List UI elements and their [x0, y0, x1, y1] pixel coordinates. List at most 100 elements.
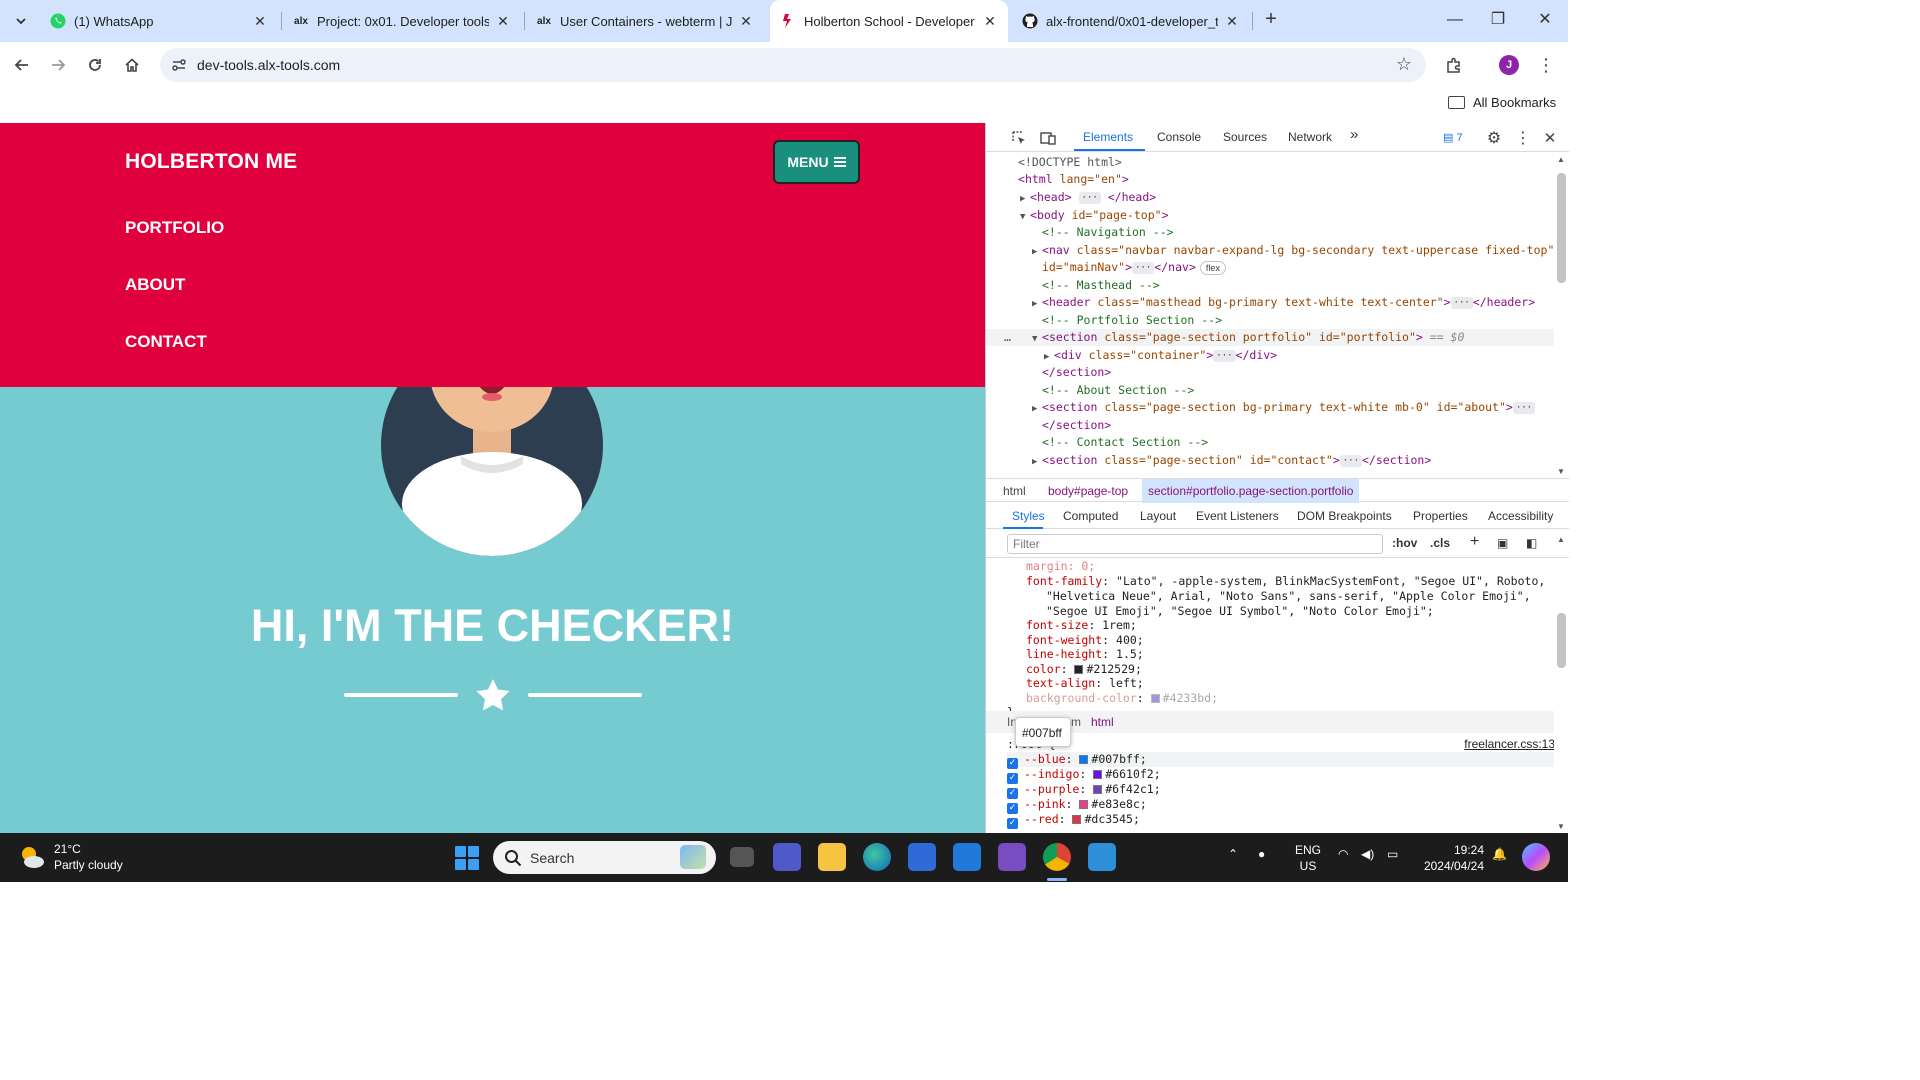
dom-comment[interactable]: <!-- Portfolio Section --> — [1042, 312, 1554, 329]
tab-close-icon[interactable]: ✕ — [738, 13, 754, 30]
menu-toggle-button[interactable]: MENU — [773, 140, 860, 184]
close-devtools-icon[interactable]: ✕ — [1541, 129, 1559, 147]
wifi-icon[interactable]: ◠ — [1338, 847, 1348, 861]
restore-button[interactable]: ❐ — [1483, 8, 1513, 32]
collapsed-ellipsis[interactable]: ··· — [1339, 454, 1363, 467]
language-indicator[interactable]: ENG US — [1295, 842, 1321, 874]
declaration-font-weight[interactable]: font-weight: 400; — [1026, 633, 1554, 648]
tab-dom-breakpoints[interactable]: DOM Breakpoints — [1297, 509, 1392, 523]
declaration-font-family[interactable]: font-family: "Lato", -apple-system, Blin… — [1026, 574, 1554, 589]
declaration-line-height[interactable]: line-height: 1.5; — [1026, 647, 1554, 662]
breadcrumb-section-portfolio[interactable]: section#portfolio.page-section.portfolio — [1142, 479, 1360, 503]
dom-node-section-about[interactable]: ▶ <section class="page-section bg-primary… — [1032, 399, 1554, 416]
devtools-menu-icon[interactable]: ⋮ — [1514, 129, 1532, 147]
dom-comment[interactable]: <!-- About Section --> — [1042, 382, 1554, 399]
nav-link-about[interactable]: ABOUT — [125, 275, 185, 295]
declaration-text-align[interactable]: text-align: left; — [1026, 676, 1554, 691]
dom-node-section-contact[interactable]: ▶ <section class="page-section" id="conta… — [1032, 452, 1554, 469]
dom-node-html[interactable]: <html lang="en"> — [1018, 171, 1554, 188]
nav-link-portfolio[interactable]: PORTFOLIO — [125, 218, 224, 238]
expand-triangle-icon[interactable]: ▶ — [1032, 454, 1042, 471]
new-tab-button[interactable]: + — [1260, 8, 1282, 32]
tab-whatsapp[interactable]: (1) WhatsApp ✕ — [40, 6, 278, 36]
expand-triangle-icon[interactable]: ▶ — [1032, 296, 1042, 313]
dom-node-body[interactable]: ▼ <body id="page-top"> — [1020, 207, 1554, 224]
checkbox-checked-icon[interactable]: ✓ — [1007, 818, 1018, 829]
collapsed-ellipsis[interactable]: ··· — [1213, 349, 1236, 362]
devtools-tab-network[interactable]: Network — [1288, 130, 1332, 144]
teams-icon[interactable] — [773, 843, 801, 871]
tab-github[interactable]: alx-frontend/0x01-developer_t ✕ — [1012, 6, 1250, 36]
scrollbar-thumb[interactable] — [1557, 173, 1566, 283]
edge-browser-icon[interactable] — [863, 843, 891, 871]
dom-node-div-container[interactable]: ▶ <div class="container"> ··· </div> — [1044, 347, 1554, 364]
file-explorer-icon[interactable] — [818, 843, 846, 871]
dom-close-section[interactable]: </section> — [1042, 417, 1554, 434]
settings-gear-icon[interactable]: ⚙ — [1485, 129, 1503, 147]
paint-brush-icon[interactable]: ▣ — [1497, 536, 1508, 550]
dom-node-nav[interactable]: ▶ <nav class="navbar navbar-expand-lg bg-… — [1032, 242, 1554, 259]
tab-event-listeners[interactable]: Event Listeners — [1196, 509, 1279, 523]
tray-app-icon[interactable]: ● — [1258, 847, 1265, 861]
address-bar[interactable]: dev-tools.alx-tools.com ☆ — [160, 48, 1426, 82]
styles-filter-input[interactable]: Filter — [1007, 534, 1383, 554]
tab-close-icon[interactable]: ✕ — [252, 13, 268, 30]
dom-node-header[interactable]: ▶ <header class="masthead bg-primary text… — [1032, 294, 1554, 311]
tab-layout[interactable]: Layout — [1140, 509, 1176, 523]
tab-search-button[interactable] — [8, 8, 34, 34]
dom-node-nav-cont[interactable]: id="mainNav"> ··· </nav> flex — [1042, 259, 1554, 276]
collapse-triangle-icon[interactable]: ▼ — [1032, 331, 1042, 348]
root-var-indigo[interactable]: ✓ --indigo: #6610f2; — [1007, 767, 1554, 784]
back-button[interactable] — [8, 51, 36, 79]
dom-comment[interactable]: <!-- Contact Section --> — [1042, 434, 1554, 451]
task-view-icon[interactable] — [730, 847, 754, 867]
notification-bell-icon[interactable]: 🔔 — [1492, 847, 1507, 861]
sidebar-toggle-icon[interactable]: ◧ — [1526, 536, 1537, 550]
device-toolbar-icon[interactable] — [1039, 129, 1057, 147]
battery-icon[interactable]: ▭ — [1387, 847, 1398, 861]
root-var-blue[interactable]: ✓ --blue: #007bff; — [1007, 752, 1554, 769]
tab-project-developer-tools[interactable]: alx Project: 0x01. Developer tools | ✕ — [283, 6, 521, 36]
site-info-icon[interactable] — [170, 56, 188, 74]
class-toggle[interactable]: .cls — [1430, 536, 1450, 550]
visual-studio-icon[interactable] — [998, 843, 1026, 871]
devtools-tab-elements[interactable]: Elements — [1083, 130, 1133, 144]
chrome-icon[interactable] — [1043, 843, 1071, 871]
root-rule-selector[interactable]: :root { freelancer.css:13 — [1007, 737, 1554, 752]
tab-styles[interactable]: Styles — [1012, 509, 1045, 523]
breadcrumb-body[interactable]: body#page-top — [1048, 484, 1128, 498]
new-style-rule-icon[interactable]: + — [1470, 533, 1479, 551]
color-swatch[interactable] — [1079, 800, 1089, 809]
microsoft-store-icon[interactable] — [908, 843, 936, 871]
copilot-icon[interactable] — [1522, 843, 1550, 871]
collapsed-ellipsis[interactable]: ··· — [1512, 401, 1536, 414]
mail-icon[interactable] — [953, 843, 981, 871]
windows-start-button[interactable] — [455, 846, 479, 870]
collapsed-ellipsis[interactable]: ··· — [1450, 296, 1473, 309]
expand-triangle-icon[interactable]: ▶ — [1032, 401, 1042, 418]
tab-close-icon[interactable]: ✕ — [495, 13, 511, 30]
weather-widget[interactable]: 21°C Partly cloudy — [18, 841, 123, 873]
inspect-element-icon[interactable] — [1010, 129, 1028, 147]
dom-close-section[interactable]: </section> — [1042, 364, 1554, 381]
color-swatch[interactable] — [1093, 770, 1103, 779]
declaration-color[interactable]: color: #212529; — [1026, 662, 1554, 677]
dom-comment[interactable]: <!-- Navigation --> — [1042, 224, 1554, 241]
devtools-tab-sources[interactable]: Sources — [1223, 130, 1267, 144]
more-tabs-icon[interactable]: » — [1350, 126, 1358, 143]
tray-overflow-icon[interactable]: ⌃ — [1228, 847, 1238, 861]
tab-close-icon[interactable]: ✕ — [1224, 13, 1240, 30]
tab-accessibility[interactable]: Accessibility — [1488, 509, 1553, 523]
inherited-from-link[interactable]: html — [1091, 715, 1114, 729]
tab-close-icon[interactable]: ✕ — [982, 13, 998, 30]
expand-triangle-icon[interactable]: ▶ — [1020, 191, 1030, 208]
declaration-font-size[interactable]: font-size: 1rem; — [1026, 618, 1554, 633]
devtools-tab-console[interactable]: Console — [1157, 130, 1201, 144]
navbar-brand[interactable]: HOLBERTON ME — [125, 150, 297, 174]
chrome-menu-icon[interactable]: ⋮ — [1532, 51, 1560, 79]
color-swatch[interactable] — [1093, 785, 1103, 794]
all-bookmarks-button[interactable]: All Bookmarks — [1448, 95, 1556, 110]
tab-user-containers[interactable]: alx User Containers - webterm | Jo ✕ — [526, 6, 764, 36]
close-window-button[interactable]: ✕ — [1530, 8, 1560, 32]
tab-holberton-active[interactable]: Holberton School - Developer ✕ — [770, 0, 1008, 42]
